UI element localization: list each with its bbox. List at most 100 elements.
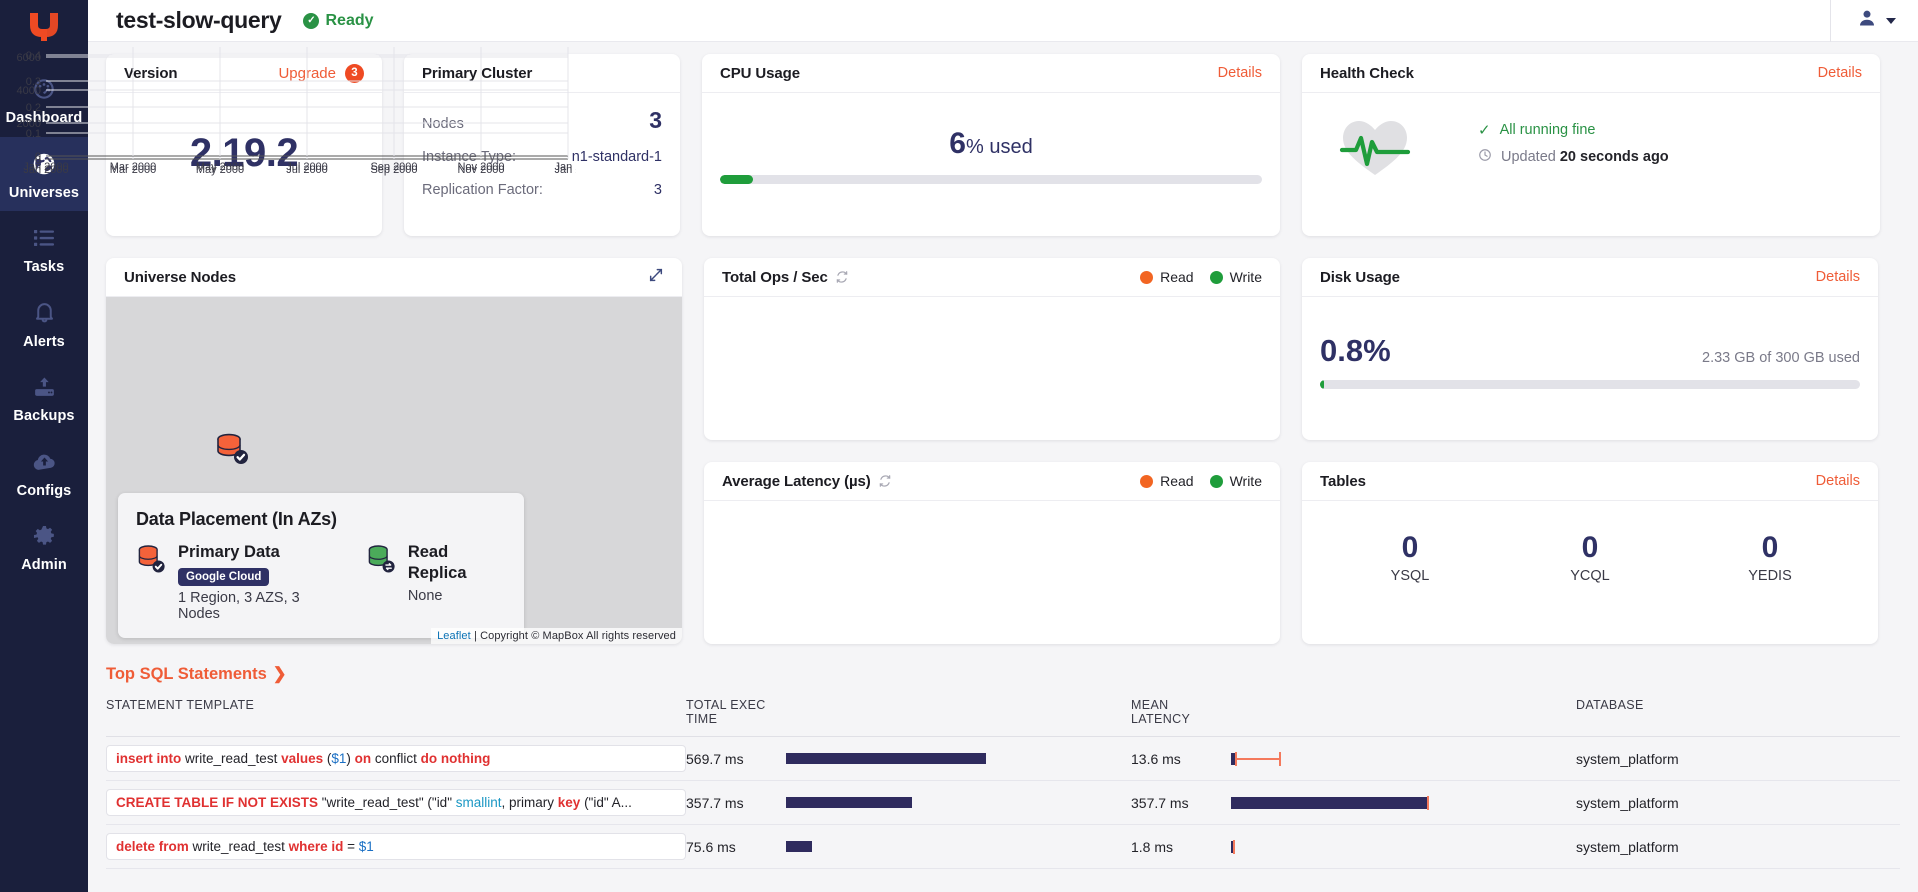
- refresh-icon[interactable]: [878, 474, 892, 488]
- legend-dot-write: [1209, 474, 1223, 488]
- universe-nodes-map[interactable]: Data Placement (In AZs) Primary Data Goo…: [106, 297, 682, 644]
- right-column: Disk Usage Details 0.8% 2.33 GB of 300 G…: [1302, 258, 1878, 644]
- database-value: system_platform: [1576, 794, 1679, 811]
- tables-ysql-count: 0: [1401, 531, 1419, 564]
- database-value: system_platform: [1576, 750, 1679, 767]
- health-details-link[interactable]: Details: [1818, 65, 1862, 81]
- clock-icon: [1478, 148, 1492, 166]
- statement-template-cell[interactable]: delete from write_read_test where id = $…: [106, 833, 686, 860]
- tables-header: Tables Details: [1302, 462, 1878, 501]
- tables-ycql-label: YCQL: [1570, 568, 1610, 584]
- top-sql-table: STATEMENT TEMPLATE TOTAL EXEC TIME MEAN …: [106, 698, 1900, 869]
- svg-text:Jan 2: Jan 2: [555, 161, 576, 173]
- leaflet-link[interactable]: Leaflet: [437, 630, 471, 642]
- top-sql-heading[interactable]: Top SQL Statements ❯: [106, 664, 287, 684]
- sidebar-label-configs: Configs: [16, 482, 72, 499]
- disk-usage-body: 0.8% 2.33 GB of 300 GB used: [1302, 297, 1878, 440]
- legend-dot-read: [1140, 270, 1154, 284]
- disk-details-link[interactable]: Details: [1816, 269, 1860, 285]
- svg-text:Sep 2000: Sep 2000: [370, 161, 417, 173]
- total-ops-plot-area[interactable]: 0 0.1 0.2 0.3 0.4 Jan 2000 Mar 2000 May 2000 Jul…: [23, 47, 1280, 440]
- sidebar-item-alerts[interactable]: Alerts: [0, 286, 88, 361]
- sidebar-item-admin[interactable]: Admin: [0, 509, 88, 584]
- sidebar-item-tasks[interactable]: Tasks: [0, 211, 88, 286]
- mean-latency-value: 13.6 ms: [1131, 750, 1181, 767]
- dashboard-content: Version Upgrade 3 2.19.2 Primary Cluster: [17, 42, 1918, 892]
- total-ops-header: Total Ops / Sec Read Write: [704, 258, 1280, 297]
- top-sql-section: Top SQL Statements ❯ STATEMENT TEMPLATE …: [106, 664, 1900, 869]
- avg-latency-plot-area[interactable]: 0 2000 4000 6000 Jan 2000 Mar 2000 May 2000 Jul…: [17, 49, 1280, 644]
- cpu-usage-bar-track: [720, 175, 1262, 184]
- avg-latency-legend: Read Write: [1140, 473, 1262, 489]
- statement-text: CREATE TABLE IF NOT EXISTS "write_read_t…: [106, 789, 686, 816]
- svg-text:Jul 2000: Jul 2000: [286, 161, 328, 173]
- health-check-lines: ✓ All running fine Updated 20 seconds ag…: [1478, 121, 1669, 175]
- statement-template-cell[interactable]: insert into write_read_test values ($1) …: [106, 745, 686, 772]
- status-badge: ✓ Ready: [303, 11, 374, 30]
- table-row[interactable]: delete from write_read_test where id = $…: [106, 825, 1900, 869]
- col-database: DATABASE: [1576, 698, 1644, 712]
- cpu-usage-unit: %: [965, 136, 984, 158]
- mean-whisker-cap: [1279, 751, 1281, 766]
- tables-card: Tables Details 0 YSQL 0 YCQL 0 YEDIS: [1302, 462, 1878, 644]
- top-sql-heading-label: Top SQL Statements: [106, 664, 267, 683]
- check-circle-icon: ✓: [303, 12, 320, 29]
- read-replica-detail: None: [407, 587, 443, 604]
- total-ops-legend: Read Write: [1140, 269, 1262, 285]
- read-replica-label: Read Replica: [407, 543, 467, 582]
- total-exec-time-bar: [786, 841, 1131, 852]
- universe-nodes-card: Universe Nodes Data Placement (In AZs) P…: [106, 258, 682, 644]
- chevron-right-icon: ❯: [272, 665, 287, 683]
- tables-ycql-count: 0: [1581, 531, 1599, 564]
- cluster-key-replication-factor: Replication Factor:: [422, 182, 543, 198]
- health-updated-line: Updated 20 seconds ago: [1478, 148, 1669, 166]
- top-sql-rows: insert into write_read_test values ($1) …: [106, 737, 1900, 869]
- legend-dot-write: [1209, 270, 1223, 284]
- expand-arrows-icon[interactable]: [648, 267, 664, 288]
- refresh-icon[interactable]: [835, 270, 849, 284]
- disk-usage-bar-track: [1320, 380, 1860, 389]
- map-node-marker[interactable]: [212, 429, 254, 476]
- user-menu[interactable]: [1831, 8, 1918, 33]
- cpu-usage-figure: 6% used: [720, 127, 1262, 161]
- avg-latency-header: Average Latency (µs) Read Write: [704, 462, 1280, 501]
- statement-text: delete from write_read_test where id = $…: [106, 833, 686, 860]
- cpu-details-link[interactable]: Details: [1218, 65, 1262, 81]
- primary-data-detail: 1 Region, 3 AZS, 3 Nodes: [178, 590, 300, 622]
- total-exec-time-value: 357.7 ms: [686, 794, 744, 811]
- disk-usage-card: Disk Usage Details 0.8% 2.33 GB of 300 G…: [1302, 258, 1878, 440]
- health-check-header: Health Check Details: [1302, 54, 1880, 93]
- sidebar-item-configs[interactable]: Configs: [0, 435, 88, 510]
- total-exec-time-bar: [786, 797, 1131, 808]
- legend-item-read[interactable]: Read: [1140, 473, 1194, 489]
- cpu-usage-body: 6% used: [702, 93, 1280, 236]
- avg-latency-plot: 0200040006000Jan 2000 Mar 2000 May 2000 Jul…: [17, 49, 576, 173]
- disk-usage-detail: 2.33 GB of 300 GB used: [1702, 350, 1860, 366]
- data-placement-popup: Data Placement (In AZs) Primary Data Goo…: [118, 493, 524, 638]
- col-statement-template: STATEMENT TEMPLATE: [106, 698, 255, 712]
- universe-nodes-title: Universe Nodes: [124, 268, 236, 286]
- cpu-usage-bar-fill: [720, 175, 753, 184]
- status-badge-label: Ready: [325, 11, 374, 29]
- legend-item-write[interactable]: Write: [1209, 473, 1262, 489]
- mean-box: [1231, 796, 1427, 809]
- legend-item-read[interactable]: Read: [1140, 269, 1194, 285]
- mean-latency-bar: [1231, 839, 1576, 854]
- total-exec-time-value: 569.7 ms: [686, 750, 744, 767]
- map-attribution-text: | Copyright © MapBox All rights reserved: [473, 630, 676, 642]
- avg-latency-title: Average Latency (µs): [722, 472, 871, 490]
- avg-latency-chart-card: Average Latency (µs) Read Write 0 2000 4…: [17, 49, 1280, 644]
- sidebar-item-backups[interactable]: Backups: [0, 360, 88, 435]
- app-root: Dashboard Universes Tasks Alerts Backups…: [0, 0, 1918, 892]
- statement-template-cell[interactable]: CREATE TABLE IF NOT EXISTS "write_read_t…: [106, 789, 686, 816]
- table-row[interactable]: CREATE TABLE IF NOT EXISTS "write_read_t…: [106, 781, 1900, 825]
- mean-whisker-cap-start: [1233, 839, 1235, 854]
- table-row[interactable]: insert into write_read_test values ($1) …: [106, 737, 1900, 781]
- tables-details-link[interactable]: Details: [1816, 473, 1860, 489]
- col-total-exec-time: TOTAL EXEC TIME: [686, 698, 766, 726]
- legend-item-write[interactable]: Write: [1209, 269, 1262, 285]
- total-ops-plot: [712, 303, 1266, 436]
- exec-bar-fill: [786, 797, 912, 808]
- statement-text: insert into write_read_test values ($1) …: [106, 745, 686, 772]
- legend-label-read: Read: [1160, 269, 1194, 285]
